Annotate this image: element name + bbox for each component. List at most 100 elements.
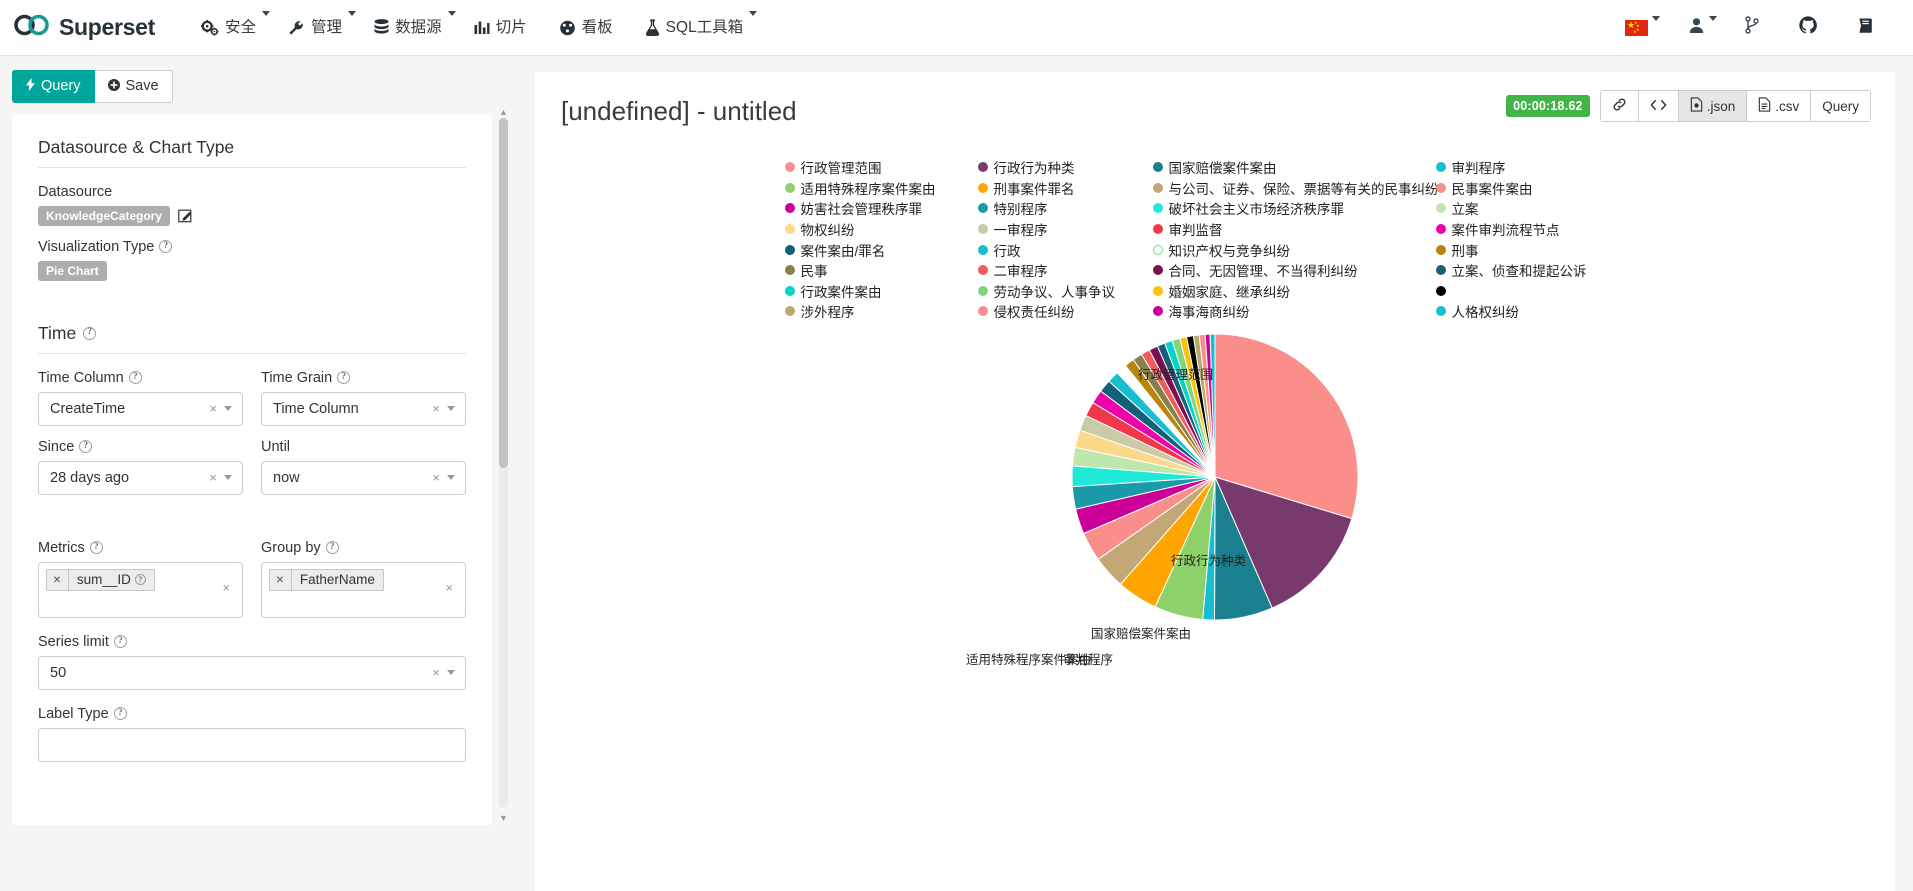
datasource-value-chip[interactable]: KnowledgeCategory (38, 205, 171, 226)
legend-item[interactable]: 一审程序 (977, 219, 1120, 240)
git-branch-link[interactable] (1725, 0, 1779, 56)
clear-icon[interactable]: × (445, 580, 453, 595)
nav-item-manage[interactable]: 管理 (272, 0, 358, 56)
legend-item[interactable]: 立案、侦查和提起公诉 (1435, 260, 1646, 281)
chevron-down-icon[interactable] (447, 475, 455, 480)
metric-tag[interactable]: × sum__ID ? (46, 568, 155, 591)
legend-item[interactable]: 特别程序 (977, 198, 1120, 219)
nav-item-dashboards[interactable]: 看板 (543, 0, 629, 56)
clear-icon[interactable]: × (425, 665, 447, 680)
remove-metric-icon[interactable]: × (47, 569, 69, 590)
clear-icon[interactable]: × (425, 470, 447, 485)
scroll-down-icon[interactable]: ▼ (499, 814, 508, 823)
groupby-multiselect[interactable]: × FatherName × (261, 561, 466, 618)
legend-item[interactable] (1435, 281, 1646, 302)
help-icon[interactable]: ? (83, 326, 97, 340)
clear-icon[interactable]: × (202, 401, 224, 416)
series-limit-select[interactable]: 50 × (38, 655, 466, 690)
legend-item[interactable]: 劳动争议、人事争议 (977, 281, 1120, 302)
chart-title[interactable]: [undefined] - untitled (561, 96, 797, 127)
label-type-select[interactable] (38, 727, 466, 762)
embed-code-button[interactable] (1637, 90, 1678, 122)
view-query-button[interactable]: Query (1810, 90, 1871, 122)
legend-item[interactable]: 涉外程序 (784, 301, 945, 322)
nav-item-slices[interactable]: 切片 (458, 0, 543, 56)
legend-item[interactable]: 二审程序 (977, 260, 1120, 281)
legend-item[interactable]: 行政管理范围 (784, 157, 945, 178)
legend-item[interactable]: 破坏社会主义市场经济秩序罪 (1152, 198, 1403, 219)
nav-item-datasources[interactable]: 数据源 (358, 0, 458, 56)
legend-item[interactable]: 海事海商纠纷 (1152, 301, 1403, 322)
edit-datasource-icon[interactable] (178, 208, 193, 223)
chevron-down-icon[interactable] (447, 406, 455, 411)
nav-item-security[interactable]: 安全 (185, 0, 272, 56)
user-menu[interactable] (1668, 0, 1725, 56)
save-button[interactable]: Save (94, 70, 173, 103)
clear-icon[interactable]: × (425, 401, 447, 416)
help-icon[interactable]: ? (134, 574, 146, 585)
legend-item[interactable]: 案件审判流程节点 (1435, 219, 1646, 240)
legend-item[interactable]: 知识产权与竞争纠纷 (1152, 239, 1403, 260)
until-label-text: Until (261, 438, 291, 455)
legend-item[interactable]: 行政 (977, 239, 1120, 260)
help-icon[interactable]: ? (79, 440, 93, 453)
time-column-select[interactable]: CreateTime × (38, 391, 243, 426)
groupby-tag[interactable]: × FatherName (269, 568, 384, 591)
export-csv-button[interactable]: .csv (1746, 90, 1811, 122)
chevron-down-icon[interactable] (224, 475, 232, 480)
legend-item[interactable]: 与公司、证券、保险、票据等有关的民事纠纷 (1152, 178, 1439, 199)
legend-item[interactable]: 国家赔偿案件案由 (1152, 157, 1403, 178)
chevron-down-icon[interactable] (224, 406, 232, 411)
panel-scrollbar-thumb[interactable] (499, 118, 508, 468)
legend-item[interactable]: 行政案件案由 (784, 281, 945, 302)
clear-icon[interactable]: × (202, 470, 224, 485)
viz-type-value-chip[interactable]: Pie Chart (38, 260, 107, 281)
help-icon[interactable]: ? (89, 541, 103, 554)
legend-item[interactable]: 案件案由/罪名 (784, 239, 945, 260)
github-link[interactable] (1779, 0, 1837, 56)
docs-link[interactable] (1837, 0, 1895, 56)
legend-item[interactable]: 立案 (1435, 198, 1646, 219)
since-select[interactable]: 28 days ago × (38, 460, 243, 495)
clear-icon[interactable]: × (222, 580, 230, 595)
run-query-button[interactable]: Query (12, 70, 95, 103)
chevron-down-icon[interactable] (348, 10, 357, 16)
help-icon[interactable]: ? (113, 707, 127, 720)
chevron-down-icon[interactable] (749, 10, 758, 16)
chevron-down-icon[interactable] (262, 10, 271, 16)
legend-item[interactable]: 民事案件案由 (1435, 178, 1646, 199)
legend-item[interactable]: 适用特殊程序案件案由 (784, 178, 945, 199)
chevron-down-icon[interactable] (1709, 15, 1717, 21)
scroll-up-icon[interactable]: ▲ (499, 108, 508, 117)
legend-item[interactable]: 刑事案件罪名 (977, 178, 1120, 199)
remove-groupby-icon[interactable]: × (270, 569, 292, 590)
legend-item[interactable]: 人格权纠纷 (1435, 301, 1646, 322)
until-select[interactable]: now × (261, 460, 466, 495)
help-icon[interactable]: ? (128, 371, 142, 384)
legend-item[interactable]: 审判程序 (1435, 157, 1646, 178)
time-grain-select[interactable]: Time Column × (261, 391, 466, 426)
help-icon[interactable]: ? (113, 635, 127, 648)
legend-item[interactable]: 审判监督 (1152, 219, 1403, 240)
legend-item[interactable]: 侵权责任纠纷 (977, 301, 1120, 322)
legend-item[interactable]: 物权纠纷 (784, 219, 945, 240)
legend-item[interactable]: 行政行为种类 (977, 157, 1120, 178)
metrics-multiselect[interactable]: × sum__ID ? × (38, 561, 243, 618)
share-link-button[interactable] (1599, 90, 1638, 122)
legend-item[interactable]: 妨害社会管理秩序罪 (784, 198, 945, 219)
language-selector[interactable]: ★ ★ ★ ★ ★ (1605, 0, 1668, 56)
chevron-down-icon[interactable] (447, 670, 455, 675)
pie-chart-svg[interactable] (935, 332, 1495, 662)
legend-item[interactable]: 婚姻家庭、继承纠纷 (1152, 281, 1403, 302)
brand-logo[interactable]: Superset (14, 14, 155, 41)
help-icon[interactable]: ? (337, 371, 351, 384)
legend-item[interactable]: 合同、无因管理、不当得利纠纷 (1152, 260, 1403, 281)
help-icon[interactable]: ? (325, 541, 339, 554)
legend-item[interactable]: 民事 (784, 260, 945, 281)
nav-item-sql-lab[interactable]: SQL工具箱 (629, 0, 760, 56)
chevron-down-icon[interactable] (1652, 15, 1660, 21)
help-icon[interactable]: ? (159, 240, 173, 253)
legend-item[interactable]: 刑事 (1435, 239, 1646, 260)
chevron-down-icon[interactable] (447, 10, 456, 16)
export-json-button[interactable]: .json (1677, 90, 1747, 122)
